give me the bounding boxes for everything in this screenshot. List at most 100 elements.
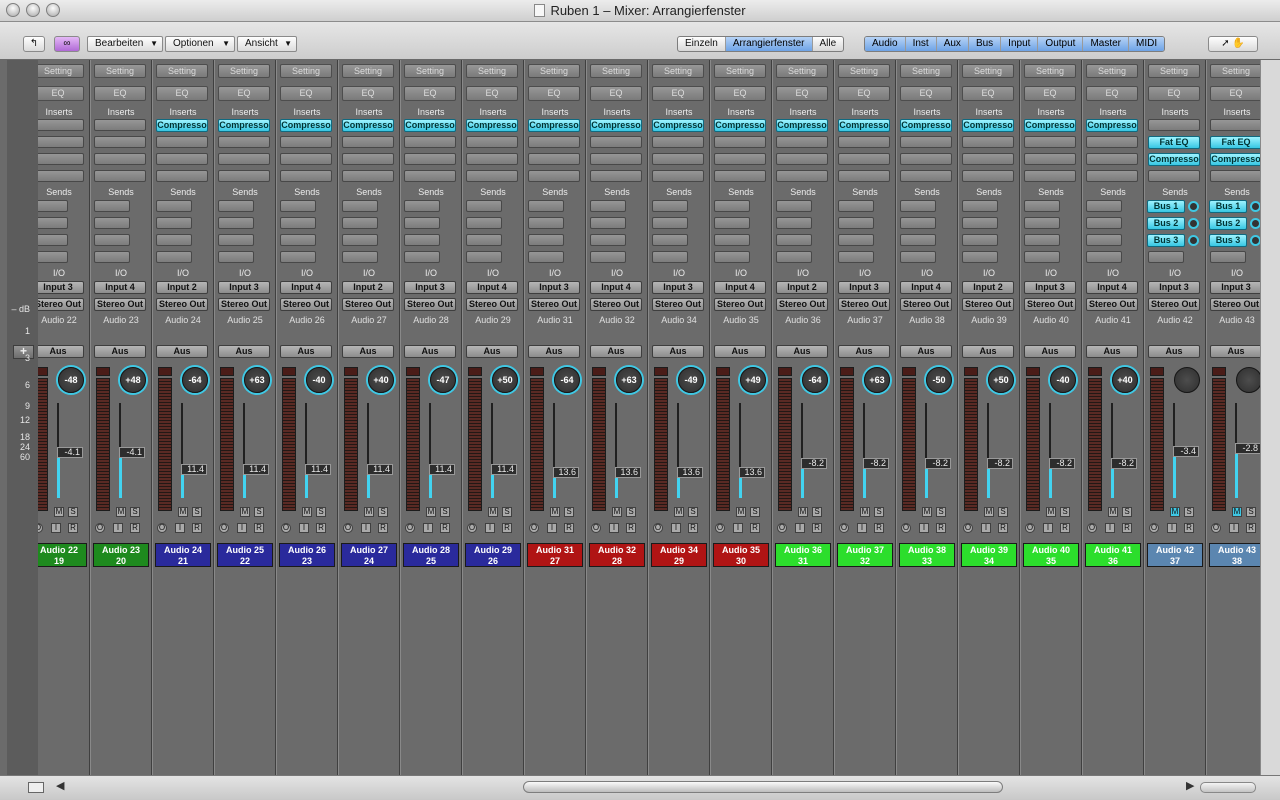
pan-knob[interactable] (1174, 367, 1200, 393)
automation-mode-button[interactable]: Aus (466, 345, 518, 358)
input-monitor-button[interactable]: I (981, 523, 991, 533)
track-name-badge[interactable]: Audio 36 31 (775, 543, 831, 567)
filter-inst[interactable]: Inst (905, 37, 937, 51)
send-slot[interactable] (962, 234, 998, 246)
send-slot[interactable] (1086, 217, 1122, 229)
phase-o-button[interactable]: O (1025, 523, 1035, 533)
insert-plugin-slot[interactable]: Fat EQ (1148, 136, 1200, 149)
solo-button[interactable]: S (688, 507, 698, 517)
solo-button[interactable]: S (440, 507, 450, 517)
setting-button[interactable]: Setting (590, 64, 642, 78)
view-mode-all[interactable]: Alle (813, 37, 844, 51)
phase-o-button[interactable]: O (95, 523, 105, 533)
pan-knob[interactable]: +40 (1112, 367, 1138, 393)
input-slot[interactable]: Input 3 (38, 281, 84, 294)
eq-button[interactable]: EQ (218, 86, 270, 101)
track-name-badge[interactable]: Audio 26 23 (279, 543, 335, 567)
insert-slot[interactable] (590, 170, 642, 182)
track-name-badge[interactable]: Audio 32 28 (589, 543, 645, 567)
input-slot[interactable]: Input 3 (652, 281, 704, 294)
pan-knob[interactable] (1236, 367, 1260, 393)
eq-button[interactable]: EQ (156, 86, 208, 101)
insert-slot[interactable] (962, 170, 1014, 182)
mute-button[interactable]: M (1046, 507, 1056, 517)
mute-button[interactable]: M (1108, 507, 1118, 517)
send-slot[interactable] (776, 200, 812, 212)
filter-midi[interactable]: MIDI (1129, 37, 1165, 51)
phase-o-button[interactable]: O (405, 523, 415, 533)
setting-button[interactable]: Setting (280, 64, 332, 78)
insert-slot[interactable] (962, 136, 1014, 148)
send-slot[interactable]: Bus 1 (1147, 200, 1185, 213)
mute-button[interactable]: M (488, 507, 498, 517)
insert-slot[interactable] (528, 170, 580, 182)
eq-button[interactable]: EQ (528, 86, 580, 101)
send-slot[interactable] (156, 200, 192, 212)
insert-plugin-slot[interactable]: Compresso (280, 119, 332, 132)
eq-button[interactable]: EQ (1086, 86, 1138, 101)
send-slot[interactable] (962, 200, 998, 212)
send-slot[interactable] (714, 251, 750, 263)
setting-button[interactable]: Setting (38, 64, 84, 78)
send-slot[interactable] (94, 251, 130, 263)
record-enable-button[interactable]: R (192, 523, 202, 533)
automation-mode-button[interactable]: Aus (1148, 345, 1200, 358)
automation-mode-button[interactable]: Aus (38, 345, 84, 358)
automation-mode-button[interactable]: Aus (218, 345, 270, 358)
horizontal-scroll-thumb[interactable] (523, 781, 1003, 793)
track-name-badge[interactable]: Audio 23 20 (93, 543, 149, 567)
insert-slot[interactable] (1148, 170, 1200, 182)
insert-slot[interactable] (900, 136, 952, 148)
send-slot[interactable] (404, 234, 440, 246)
input-slot[interactable]: Input 2 (342, 281, 394, 294)
insert-slot[interactable] (280, 153, 332, 165)
track-name-badge[interactable]: Audio 34 29 (651, 543, 707, 567)
insert-slot[interactable] (1086, 170, 1138, 182)
pan-knob[interactable]: +50 (492, 367, 518, 393)
volume-readout[interactable]: 13.6 (739, 467, 765, 478)
record-enable-button[interactable]: R (1060, 523, 1070, 533)
insert-slot[interactable] (838, 153, 890, 165)
phase-o-button[interactable]: O (901, 523, 911, 533)
zoom-slider[interactable] (1200, 782, 1256, 793)
volume-readout[interactable]: 11.4 (367, 464, 393, 475)
send-slot[interactable]: Bus 2 (1209, 217, 1247, 230)
automation-mode-button[interactable]: Aus (94, 345, 146, 358)
output-slot[interactable]: Stereo Out (1148, 298, 1200, 311)
input-monitor-button[interactable]: I (857, 523, 867, 533)
setting-button[interactable]: Setting (838, 64, 890, 78)
output-slot[interactable]: Stereo Out (218, 298, 270, 311)
output-slot[interactable]: Stereo Out (280, 298, 332, 311)
mute-button[interactable]: M (116, 507, 126, 517)
mute-button[interactable]: M (54, 507, 64, 517)
send-slot[interactable] (1024, 200, 1060, 212)
send-slot[interactable] (900, 251, 936, 263)
eq-button[interactable]: EQ (38, 86, 84, 101)
send-slot[interactable] (404, 200, 440, 212)
send-slot[interactable] (528, 251, 564, 263)
setting-button[interactable]: Setting (1086, 64, 1138, 78)
volume-readout[interactable]: 13.6 (553, 467, 579, 478)
send-slot[interactable] (156, 251, 192, 263)
pan-knob[interactable]: +63 (244, 367, 270, 393)
send-slot[interactable] (342, 251, 378, 263)
solo-button[interactable]: S (626, 507, 636, 517)
volume-readout[interactable]: -8.2 (801, 458, 827, 469)
insert-slot[interactable] (342, 136, 394, 148)
automation-mode-button[interactable]: Aus (962, 345, 1014, 358)
input-slot[interactable]: Input 2 (962, 281, 1014, 294)
mute-button[interactable]: M (302, 507, 312, 517)
volume-readout[interactable]: 11.4 (181, 464, 207, 475)
solo-button[interactable]: S (1246, 507, 1256, 517)
insert-slot[interactable] (156, 136, 208, 148)
input-slot[interactable]: Input 4 (1086, 281, 1138, 294)
scroll-left-arrow-icon[interactable]: ◀ (56, 779, 64, 792)
record-enable-button[interactable]: R (812, 523, 822, 533)
input-monitor-button[interactable]: I (609, 523, 619, 533)
input-slot[interactable]: Input 3 (218, 281, 270, 294)
send-slot[interactable] (466, 251, 502, 263)
solo-button[interactable]: S (192, 507, 202, 517)
mute-button[interactable]: M (984, 507, 994, 517)
track-name-badge[interactable]: Audio 25 22 (217, 543, 273, 567)
setting-button[interactable]: Setting (342, 64, 394, 78)
